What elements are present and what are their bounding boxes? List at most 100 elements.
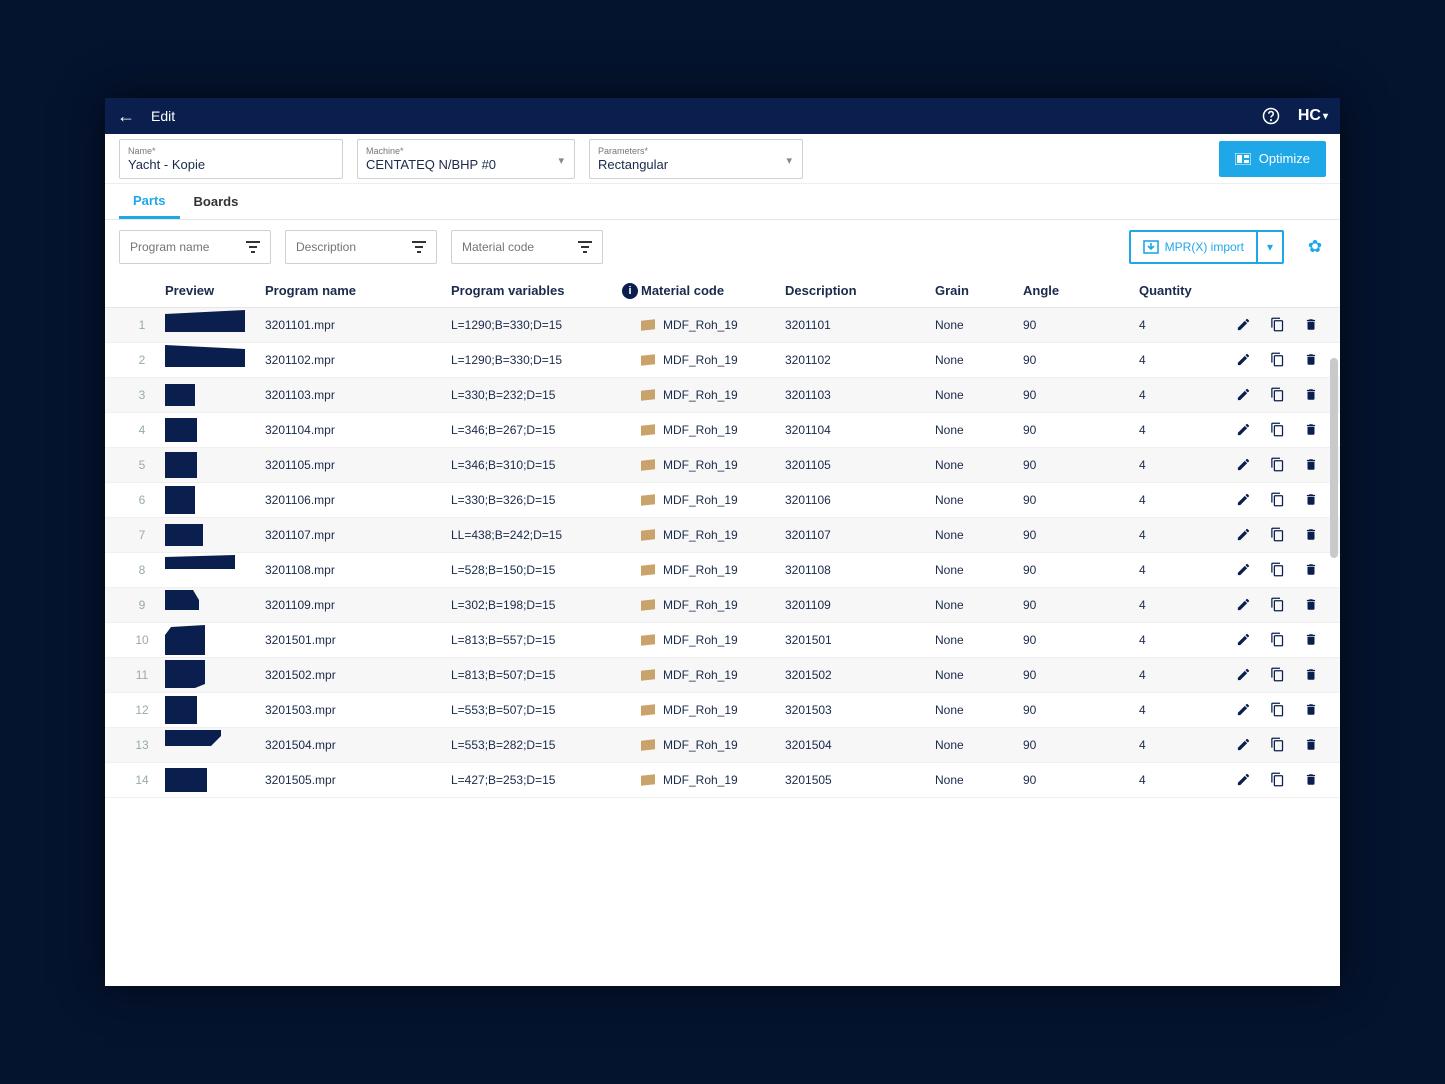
table-row[interactable]: 13 3201504.mpr L=553;B=282;D=15 MDF_Roh_… <box>105 728 1340 763</box>
delete-icon[interactable] <box>1304 737 1320 753</box>
table-row[interactable]: 14 3201505.mpr L=427;B=253;D=15 MDF_Roh_… <box>105 763 1340 798</box>
edit-icon[interactable] <box>1236 352 1252 368</box>
edit-icon[interactable] <box>1236 492 1252 508</box>
parameters-select[interactable]: Parameters* Rectangular <box>589 139 803 179</box>
delete-icon[interactable] <box>1304 632 1320 648</box>
delete-icon[interactable] <box>1304 317 1320 333</box>
grain: None <box>935 738 1023 752</box>
filter-icon[interactable] <box>578 241 592 253</box>
program-name: 3201505.mpr <box>265 773 451 787</box>
delete-icon[interactable] <box>1304 562 1320 578</box>
edit-icon[interactable] <box>1236 317 1252 333</box>
table-row[interactable]: 1 3201101.mpr L=1290;B=330;D=15 MDF_Roh_… <box>105 308 1340 343</box>
delete-icon[interactable] <box>1304 597 1320 613</box>
edit-icon[interactable] <box>1236 527 1252 543</box>
angle: 90 <box>1023 563 1139 577</box>
program-name: 3201103.mpr <box>265 388 451 402</box>
angle: 90 <box>1023 738 1139 752</box>
delete-icon[interactable] <box>1304 527 1320 543</box>
filter-material[interactable] <box>451 230 603 264</box>
table-row[interactable]: 10 3201501.mpr L=813;B=557;D=15 MDF_Roh_… <box>105 623 1340 658</box>
header-program: Program name <box>265 283 451 298</box>
edit-icon[interactable] <box>1236 632 1252 648</box>
edit-icon[interactable] <box>1236 387 1252 403</box>
row-index: 7 <box>119 528 165 542</box>
description: 3201501 <box>785 633 935 647</box>
table-row[interactable]: 9 3201109.mpr L=302;B=198;D=15 MDF_Roh_1… <box>105 588 1340 623</box>
filter-material-input[interactable] <box>462 240 578 254</box>
copy-icon[interactable] <box>1270 597 1286 613</box>
copy-icon[interactable] <box>1270 702 1286 718</box>
help-icon[interactable] <box>1262 107 1282 125</box>
edit-icon[interactable] <box>1236 457 1252 473</box>
back-icon[interactable]: ← <box>117 106 135 127</box>
delete-icon[interactable] <box>1304 387 1320 403</box>
grain: None <box>935 423 1023 437</box>
tab-parts[interactable]: Parts <box>119 184 180 219</box>
copy-icon[interactable] <box>1270 632 1286 648</box>
copy-icon[interactable] <box>1270 737 1286 753</box>
import-button[interactable]: MPR(X) import ▾ <box>1129 230 1284 264</box>
copy-icon[interactable] <box>1270 352 1286 368</box>
settings-icon[interactable]: ✿ <box>1304 230 1326 264</box>
filter-icon[interactable] <box>246 241 260 253</box>
edit-icon[interactable] <box>1236 772 1252 788</box>
filter-description[interactable] <box>285 230 437 264</box>
import-dropdown[interactable]: ▾ <box>1256 232 1282 262</box>
table-row[interactable]: 11 3201502.mpr L=813;B=507;D=15 MDF_Roh_… <box>105 658 1340 693</box>
description: 3201104 <box>785 423 935 437</box>
filter-icon[interactable] <box>412 241 426 253</box>
copy-icon[interactable] <box>1270 772 1286 788</box>
table-row[interactable]: 2 3201102.mpr L=1290;B=330;D=15 MDF_Roh_… <box>105 343 1340 378</box>
filter-program-name[interactable] <box>119 230 271 264</box>
tab-boards[interactable]: Boards <box>180 184 253 219</box>
copy-icon[interactable] <box>1270 457 1286 473</box>
table-row[interactable]: 7 3201107.mpr LL=438;B=242;D=15 MDF_Roh_… <box>105 518 1340 553</box>
copy-icon[interactable] <box>1270 562 1286 578</box>
table-row[interactable]: 3 3201103.mpr L=330;B=232;D=15 MDF_Roh_1… <box>105 378 1340 413</box>
copy-icon[interactable] <box>1270 317 1286 333</box>
row-index: 4 <box>119 423 165 437</box>
description: 3201101 <box>785 318 935 332</box>
filter-description-input[interactable] <box>296 240 412 254</box>
delete-icon[interactable] <box>1304 772 1320 788</box>
grain: None <box>935 598 1023 612</box>
table-row[interactable]: 4 3201104.mpr L=346;B=267;D=15 MDF_Roh_1… <box>105 413 1340 448</box>
delete-icon[interactable] <box>1304 492 1320 508</box>
delete-icon[interactable] <box>1304 352 1320 368</box>
scrollbar-thumb[interactable] <box>1330 358 1338 558</box>
program-vars: L=346;B=310;D=15 <box>451 458 619 472</box>
material-code: MDF_Roh_19 <box>641 458 785 472</box>
copy-icon[interactable] <box>1270 527 1286 543</box>
preview-shape <box>165 486 265 514</box>
machine-value: CENTATEQ N/BHP #0 <box>366 157 566 172</box>
edit-icon[interactable] <box>1236 422 1252 438</box>
machine-select[interactable]: Machine* CENTATEQ N/BHP #0 <box>357 139 575 179</box>
delete-icon[interactable] <box>1304 422 1320 438</box>
copy-icon[interactable] <box>1270 667 1286 683</box>
delete-icon[interactable] <box>1304 702 1320 718</box>
quantity: 4 <box>1139 598 1235 612</box>
edit-icon[interactable] <box>1236 597 1252 613</box>
delete-icon[interactable] <box>1304 667 1320 683</box>
table-row[interactable]: 12 3201503.mpr L=553;B=507;D=15 MDF_Roh_… <box>105 693 1340 728</box>
optimize-button[interactable]: Optimize <box>1219 141 1326 177</box>
delete-icon[interactable] <box>1304 457 1320 473</box>
name-field[interactable]: Name* Yacht - Kopie <box>119 139 343 179</box>
quantity: 4 <box>1139 738 1235 752</box>
copy-icon[interactable] <box>1270 422 1286 438</box>
copy-icon[interactable] <box>1270 387 1286 403</box>
info-icon[interactable]: i <box>622 283 638 299</box>
table-row[interactable]: 5 3201105.mpr L=346;B=310;D=15 MDF_Roh_1… <box>105 448 1340 483</box>
edit-icon[interactable] <box>1236 702 1252 718</box>
edit-icon[interactable] <box>1236 562 1252 578</box>
filter-program-input[interactable] <box>130 240 246 254</box>
copy-icon[interactable] <box>1270 492 1286 508</box>
table-row[interactable]: 8 3201108.mpr L=528;B=150;D=15 MDF_Roh_1… <box>105 553 1340 588</box>
program-vars: L=813;B=507;D=15 <box>451 668 619 682</box>
edit-icon[interactable] <box>1236 737 1252 753</box>
edit-icon[interactable] <box>1236 667 1252 683</box>
optimize-icon <box>1235 153 1251 165</box>
brand-logo[interactable]: HC ▾ <box>1298 107 1328 125</box>
table-row[interactable]: 6 3201106.mpr L=330;B=326;D=15 MDF_Roh_1… <box>105 483 1340 518</box>
